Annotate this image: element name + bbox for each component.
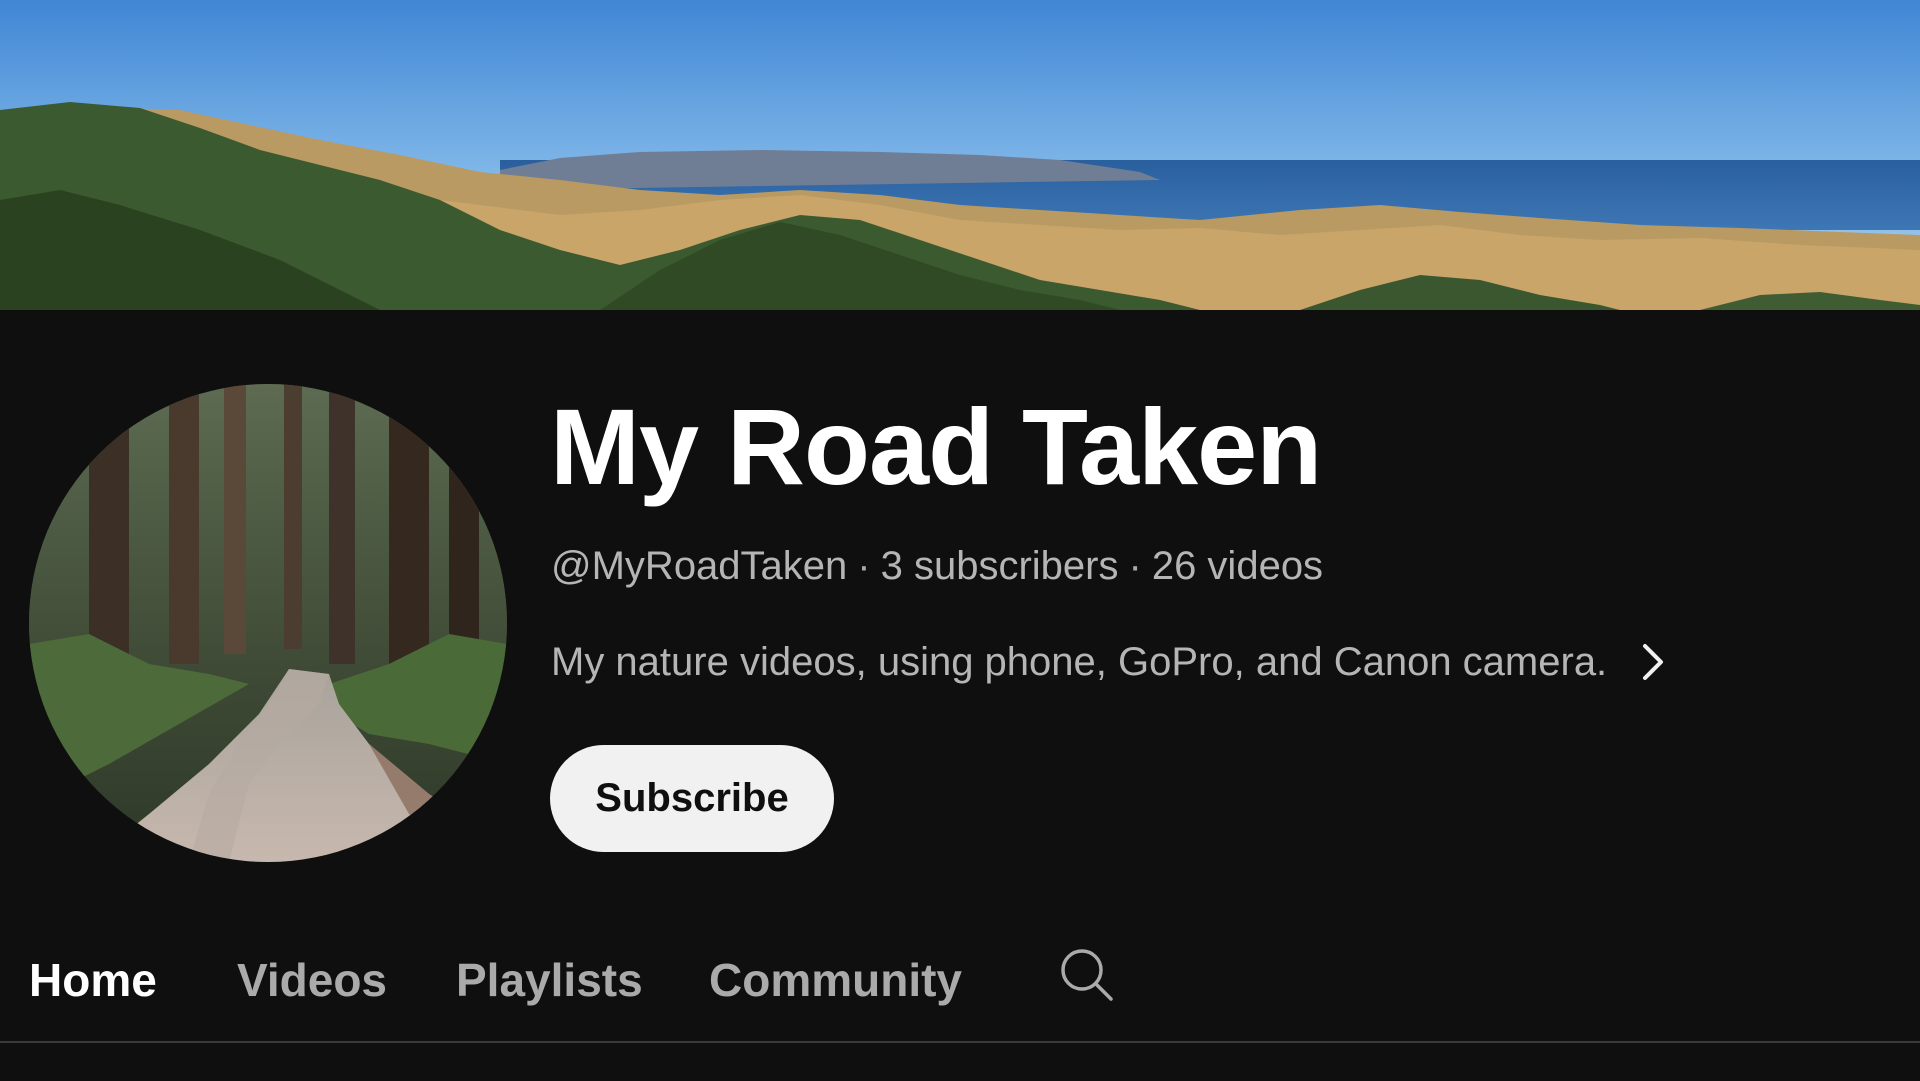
channel-meta: @MyRoadTaken · 3 subscribers · 26 videos bbox=[551, 540, 1323, 592]
tab-videos[interactable]: Videos bbox=[237, 952, 387, 1008]
meta-separator: · bbox=[857, 544, 871, 588]
banner-landscape-image bbox=[0, 0, 1920, 310]
tab-home[interactable]: Home bbox=[29, 952, 157, 1008]
channel-description[interactable]: My nature videos, using phone, GoPro, an… bbox=[551, 636, 1667, 688]
tab-playlists[interactable]: Playlists bbox=[456, 952, 643, 1008]
channel-avatar[interactable] bbox=[29, 384, 507, 862]
video-count: 26 videos bbox=[1151, 544, 1324, 588]
subscribe-button[interactable]: Subscribe bbox=[550, 745, 834, 852]
meta-separator: · bbox=[1128, 544, 1142, 588]
search-icon[interactable] bbox=[1058, 946, 1116, 1004]
channel-description-text: My nature videos, using phone, GoPro, an… bbox=[551, 640, 1608, 684]
channel-banner bbox=[0, 0, 1920, 310]
avatar-forest-road-image bbox=[29, 384, 507, 862]
tabs-divider bbox=[0, 1041, 1920, 1043]
channel-tabs: Home Videos Playlists Community bbox=[0, 930, 1920, 1042]
chevron-right-icon[interactable] bbox=[1641, 642, 1667, 682]
channel-page: My Road Taken @MyRoadTaken · 3 subscribers… bbox=[0, 0, 1920, 1081]
subscriber-count: 3 subscribers bbox=[880, 544, 1119, 588]
tab-community[interactable]: Community bbox=[709, 952, 962, 1008]
channel-handle[interactable]: @MyRoadTaken bbox=[551, 544, 847, 588]
channel-title: My Road Taken bbox=[550, 386, 1322, 507]
